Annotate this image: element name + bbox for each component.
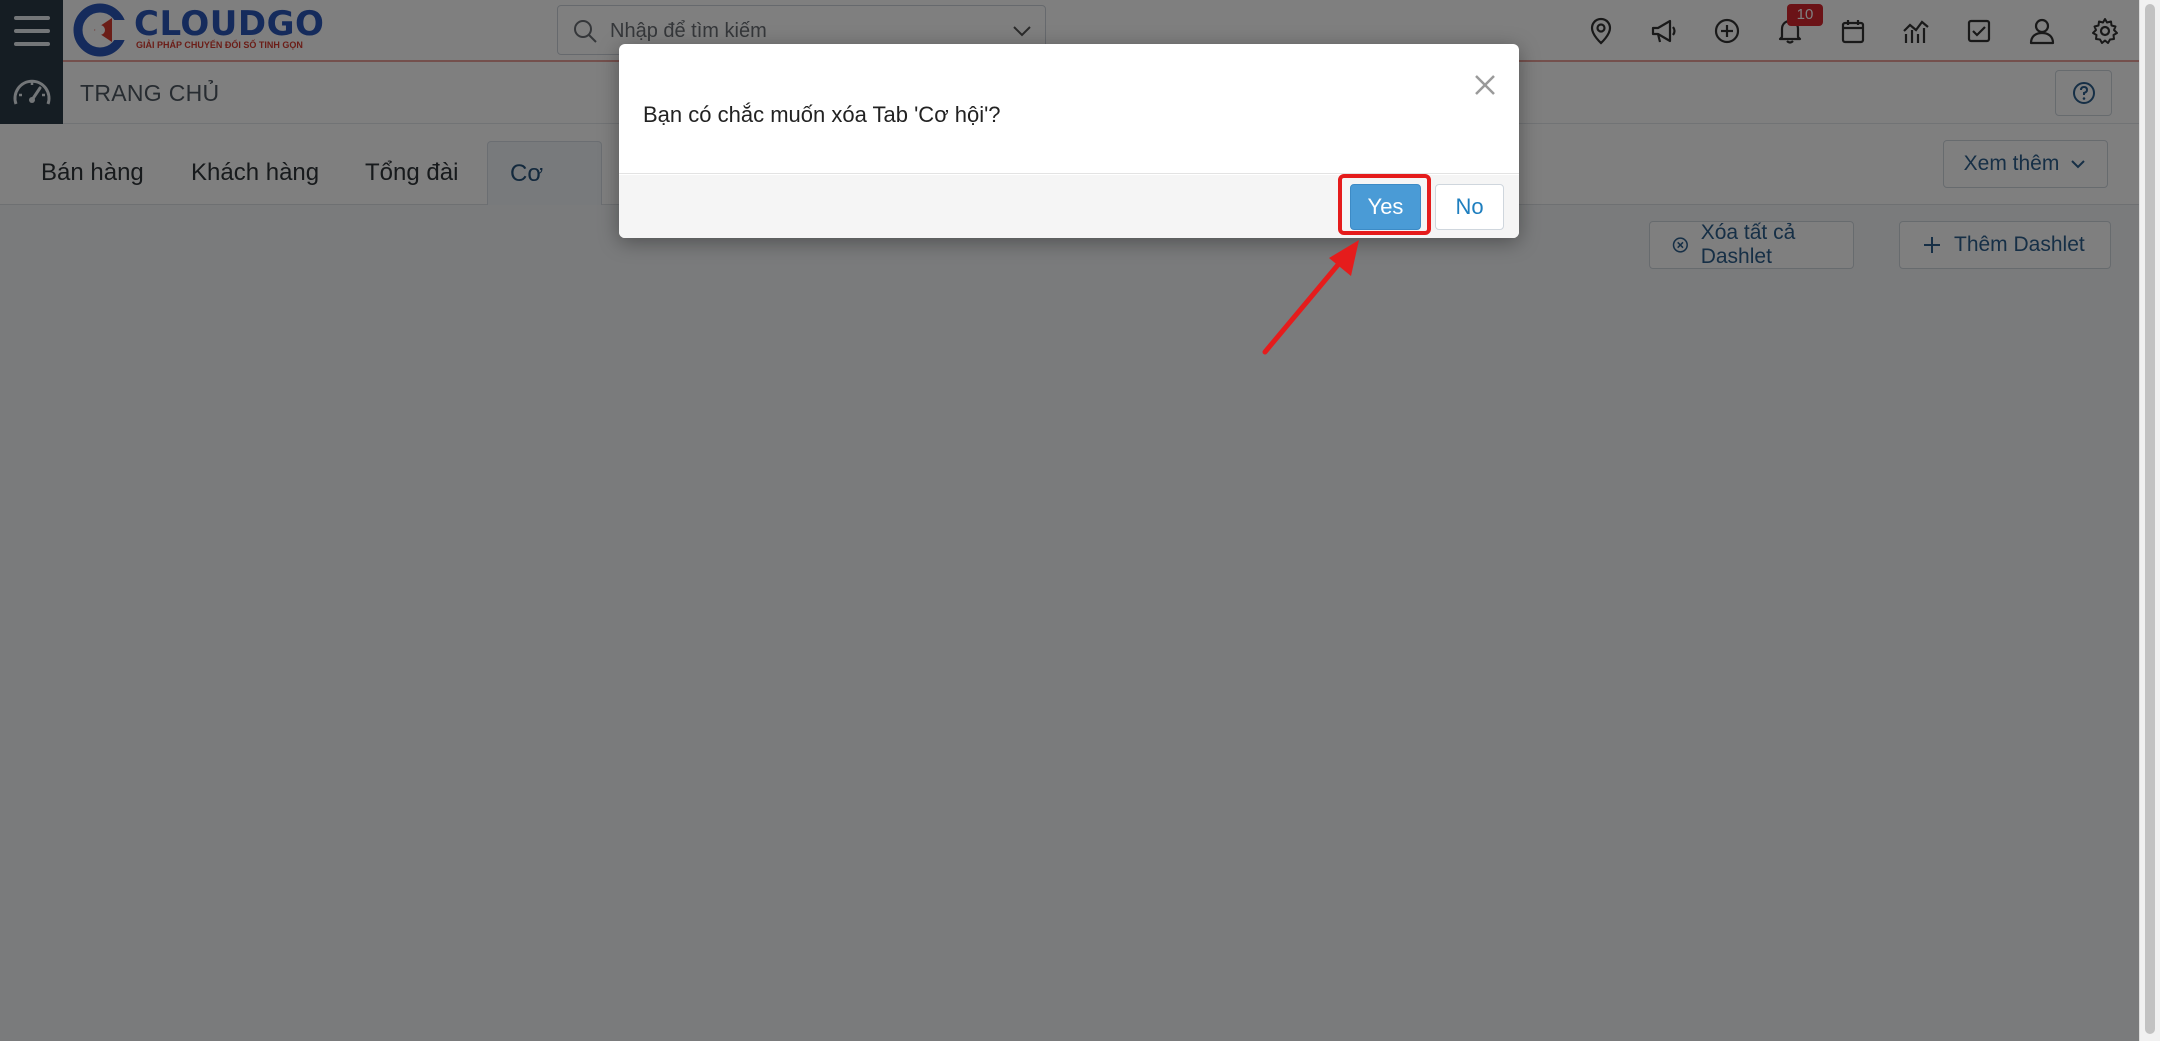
- highlight-box: [1338, 174, 1431, 235]
- no-button[interactable]: No: [1435, 184, 1504, 230]
- dialog-message: Bạn có chắc muốn xóa Tab 'Cơ hội'?: [643, 102, 1001, 128]
- close-icon[interactable]: [1470, 70, 1500, 100]
- annotation-arrow-icon: [1255, 240, 1365, 360]
- page-scrollbar[interactable]: [2139, 0, 2160, 1041]
- dialog-body: Bạn có chắc muốn xóa Tab 'Cơ hội'?: [619, 44, 1519, 174]
